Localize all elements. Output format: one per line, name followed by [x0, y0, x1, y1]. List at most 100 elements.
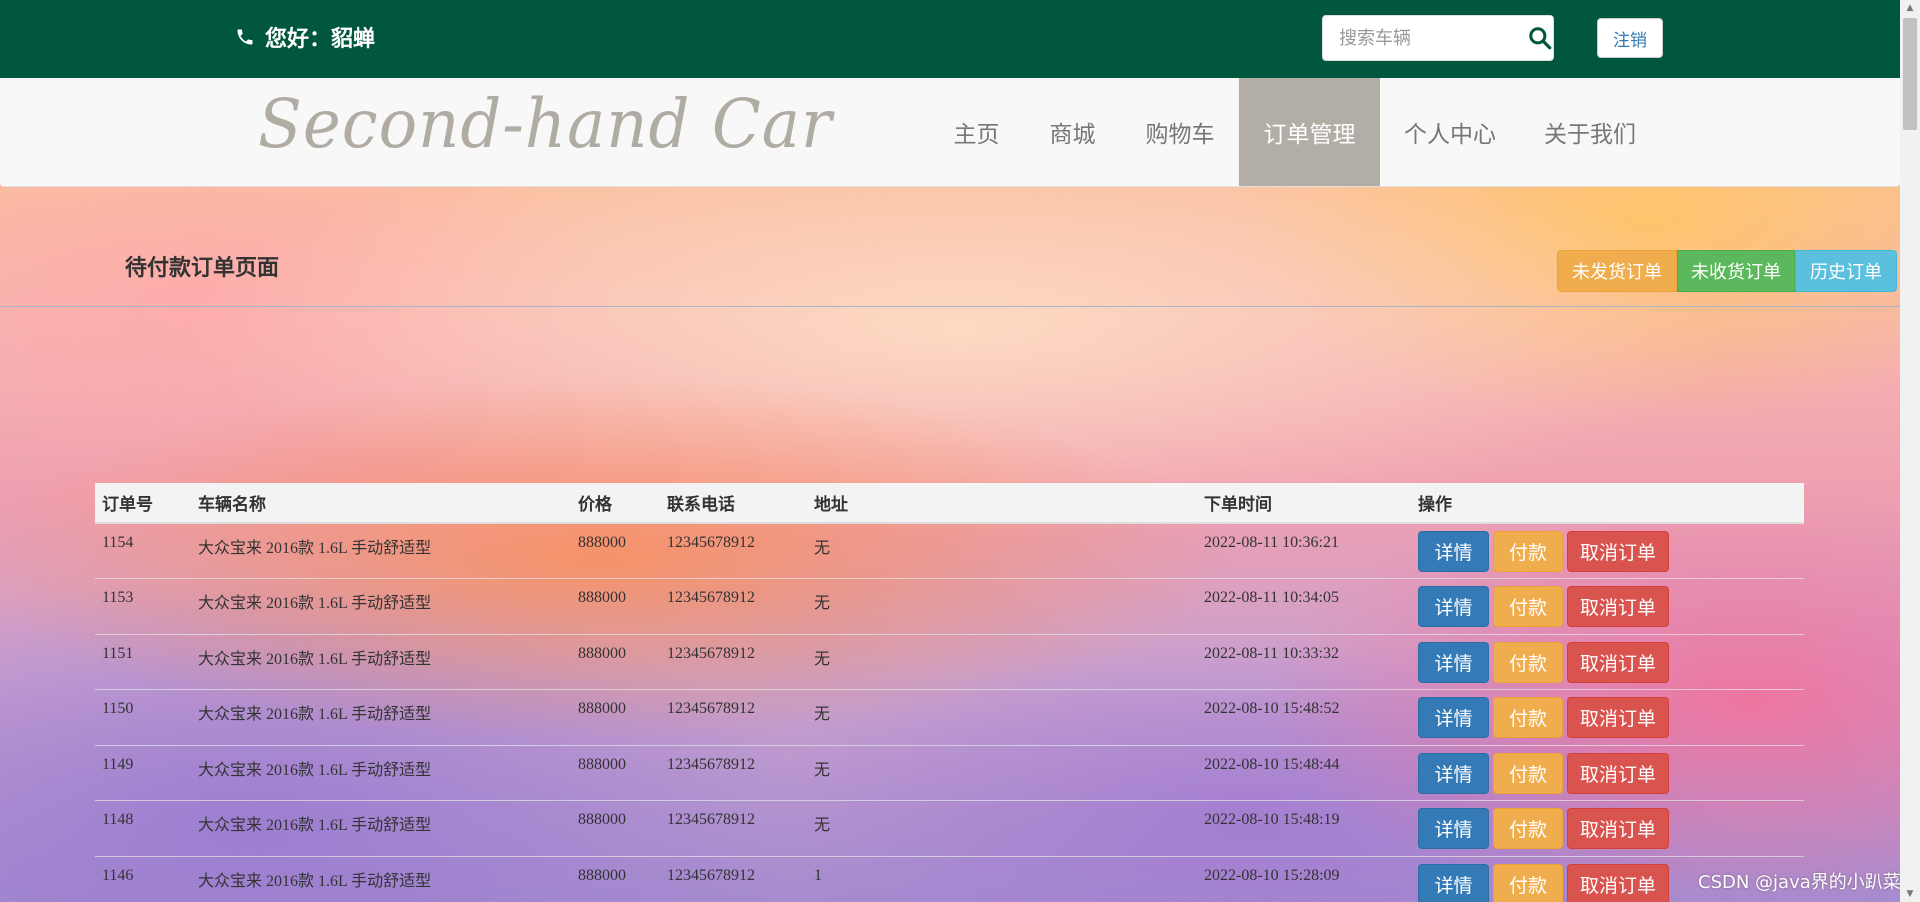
column-header-phone: 联系电话 — [660, 483, 807, 524]
search-input[interactable] — [1337, 26, 1521, 50]
pay-button[interactable]: 付款 — [1493, 531, 1563, 572]
column-header-time: 下单时间 — [1197, 483, 1411, 524]
cancel-order-button[interactable]: 取消订单 — [1567, 531, 1669, 572]
column-header-name: 车辆名称 — [191, 483, 571, 524]
header-divider — [0, 306, 1900, 307]
search-box[interactable] — [1322, 15, 1554, 61]
pay-button[interactable]: 付款 — [1493, 752, 1563, 794]
history-orders-button[interactable]: 历史订单 — [1795, 250, 1897, 292]
detail-button[interactable]: 详情 — [1418, 863, 1489, 902]
cancel-order-button[interactable]: 取消订单 — [1567, 586, 1669, 627]
address: 无 — [807, 578, 1197, 634]
nav-menu: 主页 商城 购物车 订单管理 个人中心 关于我们 — [0, 78, 1900, 186]
nav-item-about[interactable]: 关于我们 — [1532, 78, 1648, 186]
address: 1 — [807, 855, 1197, 902]
price: 888000 — [571, 689, 660, 745]
pay-button[interactable]: 付款 — [1493, 586, 1563, 627]
order-id: 1150 — [95, 689, 191, 745]
car-name: 大众宝来 2016款 1.6L 手动舒适型 — [191, 855, 571, 902]
pay-button[interactable]: 付款 — [1493, 863, 1563, 902]
order-id: 1148 — [95, 800, 191, 856]
phone: 12345678912 — [660, 800, 807, 856]
pay-button[interactable]: 付款 — [1493, 697, 1563, 738]
phone: 12345678912 — [660, 522, 807, 579]
unreceived-orders-button[interactable]: 未收货订单 — [1677, 250, 1795, 292]
cancel-order-button[interactable]: 取消订单 — [1567, 863, 1669, 902]
cancel-order-button[interactable]: 取消订单 — [1567, 641, 1669, 683]
watermark: CSDN @java界的小趴菜 — [1698, 872, 1901, 893]
table-row: 1150 大众宝来 2016款 1.6L 手动舒适型 888000 123456… — [95, 689, 1804, 745]
phone: 12345678912 — [660, 855, 807, 902]
detail-button[interactable]: 详情 — [1418, 697, 1489, 738]
phone: 12345678912 — [660, 633, 807, 690]
actions-cell: 详情 付款 取消订单 — [1411, 578, 1804, 634]
address: 无 — [807, 689, 1197, 745]
nav-item-mall[interactable]: 商城 — [1036, 78, 1109, 186]
actions-cell: 详情 付款 取消订单 — [1411, 800, 1804, 856]
cancel-order-button[interactable]: 取消订单 — [1567, 808, 1669, 849]
table-row: 1151 大众宝来 2016款 1.6L 手动舒适型 888000 123456… — [95, 633, 1804, 690]
nav-item-cart[interactable]: 购物车 — [1132, 78, 1228, 186]
car-name: 大众宝来 2016款 1.6L 手动舒适型 — [191, 744, 571, 801]
order-filter-buttons: 未发货订单 未收货订单 历史订单 — [1557, 250, 1897, 292]
address: 无 — [807, 633, 1197, 690]
nav-item-orders[interactable]: 订单管理 — [1239, 78, 1380, 186]
actions-cell: 详情 付款 取消订单 — [1411, 633, 1804, 690]
orders-table: 订单号 车辆名称 价格 联系电话 地址 下单时间 操作 1154 大众宝来 20… — [95, 483, 1804, 902]
order-time: 2022-08-11 10:36:21 — [1197, 522, 1411, 579]
order-time: 2022-08-10 15:48:52 — [1197, 689, 1411, 745]
price: 888000 — [571, 633, 660, 690]
order-time: 2022-08-11 10:33:32 — [1197, 633, 1411, 690]
address: 无 — [807, 744, 1197, 801]
car-name: 大众宝来 2016款 1.6L 手动舒适型 — [191, 578, 571, 634]
greeting-text: 您好：貂蝉 — [265, 27, 376, 52]
greeting: 您好：貂蝉 — [235, 22, 375, 52]
cancel-order-button[interactable]: 取消订单 — [1567, 697, 1669, 738]
scroll-thumb[interactable] — [1903, 18, 1917, 130]
detail-button[interactable]: 详情 — [1418, 641, 1489, 683]
car-name: 大众宝来 2016款 1.6L 手动舒适型 — [191, 800, 571, 856]
address: 无 — [807, 522, 1197, 579]
nav-item-profile[interactable]: 个人中心 — [1392, 78, 1508, 186]
scroll-up-arrow-icon[interactable]: ▲ — [1900, 0, 1920, 16]
phone: 12345678912 — [660, 689, 807, 745]
price: 888000 — [571, 744, 660, 801]
address: 无 — [807, 800, 1197, 856]
actions-cell: 详情 付款 取消订单 — [1411, 744, 1804, 801]
order-time: 2022-08-10 15:48:19 — [1197, 800, 1411, 856]
logout-button[interactable]: 注销 — [1597, 18, 1663, 58]
order-id: 1146 — [95, 855, 191, 902]
detail-button[interactable]: 详情 — [1418, 586, 1489, 627]
car-name: 大众宝来 2016款 1.6L 手动舒适型 — [191, 689, 571, 745]
page-title: 待付款订单页面 — [125, 256, 280, 281]
page-scrollbar[interactable]: ▲ ▼ — [1900, 0, 1920, 902]
pay-button[interactable]: 付款 — [1493, 641, 1563, 683]
column-header-id: 订单号 — [95, 483, 191, 524]
detail-button[interactable]: 详情 — [1418, 808, 1489, 849]
cancel-order-button[interactable]: 取消订单 — [1567, 752, 1669, 794]
phone: 12345678912 — [660, 578, 807, 634]
column-header-address: 地址 — [807, 483, 1197, 524]
nav-item-home[interactable]: 主页 — [940, 78, 1013, 186]
order-time: 2022-08-10 15:48:44 — [1197, 744, 1411, 801]
pay-button[interactable]: 付款 — [1493, 808, 1563, 849]
table-row: 1153 大众宝来 2016款 1.6L 手动舒适型 888000 123456… — [95, 578, 1804, 634]
detail-button[interactable]: 详情 — [1418, 531, 1489, 572]
top-bar: 您好：貂蝉 注销 — [0, 0, 1900, 79]
price: 888000 — [571, 522, 660, 579]
order-time: 2022-08-10 15:28:09 — [1197, 855, 1411, 902]
price: 888000 — [571, 578, 660, 634]
phone: 12345678912 — [660, 744, 807, 801]
price: 888000 — [571, 855, 660, 902]
unshipped-orders-button[interactable]: 未发货订单 — [1557, 250, 1677, 292]
actions-cell: 详情 付款 取消订单 — [1411, 689, 1804, 745]
order-id: 1153 — [95, 578, 191, 634]
table-row: 1149 大众宝来 2016款 1.6L 手动舒适型 888000 123456… — [95, 744, 1804, 801]
order-id: 1149 — [95, 744, 191, 801]
column-header-price: 价格 — [571, 483, 660, 524]
search-icon[interactable] — [1527, 25, 1553, 51]
table-header-row: 订单号 车辆名称 价格 联系电话 地址 下单时间 操作 — [95, 483, 1804, 524]
actions-cell: 详情 付款 取消订单 — [1411, 522, 1804, 579]
scroll-down-arrow-icon[interactable]: ▼ — [1900, 886, 1920, 902]
detail-button[interactable]: 详情 — [1418, 752, 1489, 794]
